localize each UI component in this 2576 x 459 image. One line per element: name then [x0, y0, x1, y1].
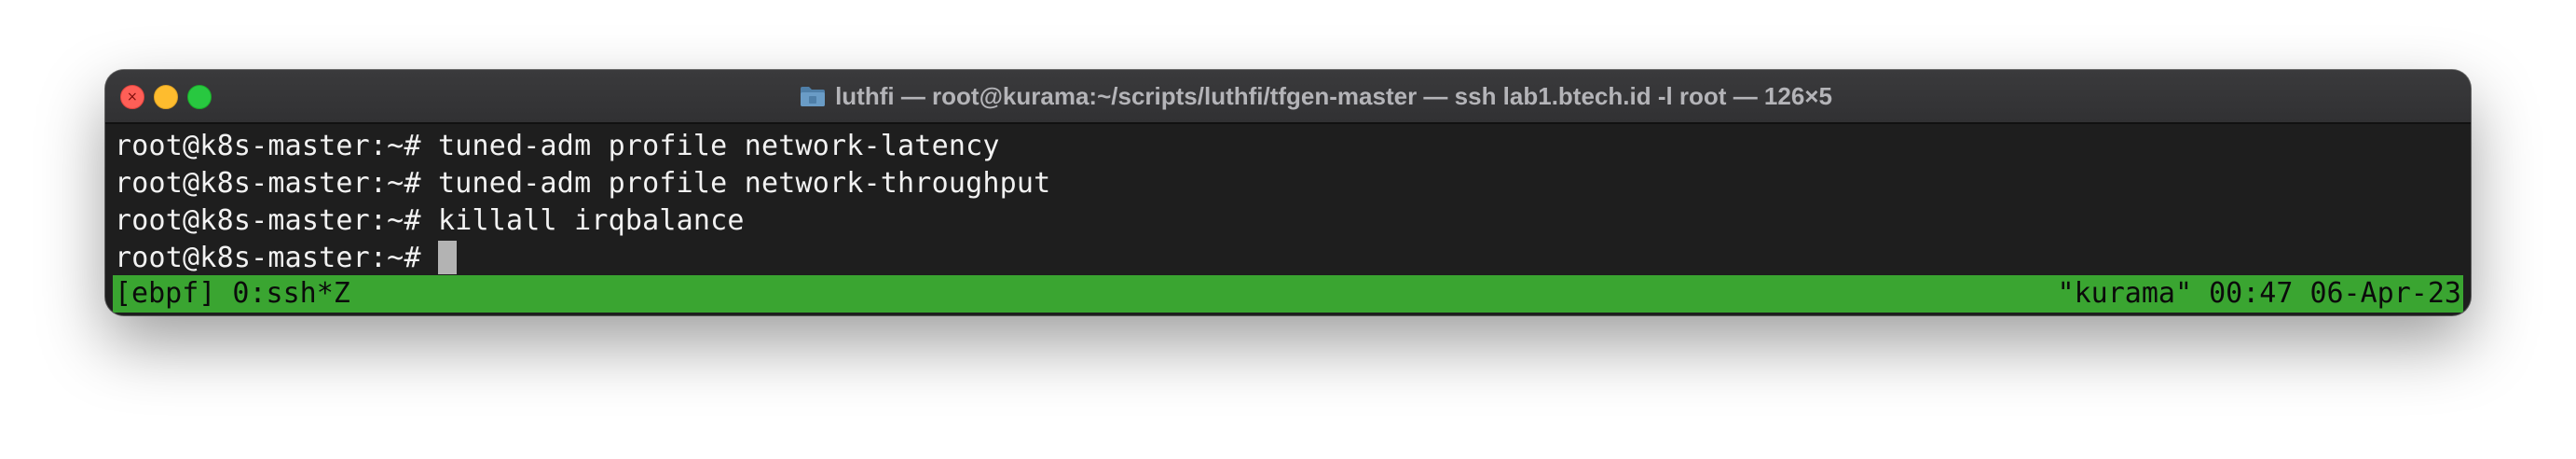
- command: killall irqbalance: [420, 204, 745, 237]
- window-title-wrap: luthfi — root@kurama:~/scripts/luthfi/tf…: [105, 70, 2471, 122]
- prompt: root@k8s-master:~#: [115, 204, 421, 237]
- terminal-line: root@k8s-master:~# killall irqbalance: [115, 202, 2471, 240]
- prompt: root@k8s-master:~#: [115, 167, 421, 200]
- title-bar[interactable]: × luthfi — root@kurama:~/scripts/luthfi/…: [105, 70, 2471, 124]
- text-cursor: [437, 241, 457, 274]
- window-title: luthfi — root@kurama:~/scripts/luthfi/tf…: [835, 81, 1832, 110]
- terminal-line: root@k8s-master:~# tuned-adm profile net…: [115, 165, 2471, 202]
- prompt: root@k8s-master:~#: [115, 130, 421, 162]
- command: tuned-adm profile network-latency: [420, 130, 1000, 162]
- terminal-line: root@k8s-master:~# tuned-adm profile net…: [115, 128, 2471, 165]
- folder-icon: [801, 87, 826, 106]
- terminal-window: × luthfi — root@kurama:~/scripts/luthfi/…: [105, 70, 2471, 315]
- tmux-session-window[interactable]: [ebpf] 0:ssh*Z: [115, 275, 350, 313]
- tmux-host-clock: "kurama" 00:47 06-Apr-23: [2057, 277, 2461, 310]
- prompt: root@k8s-master:~#: [115, 242, 421, 274]
- tmux-status-bar: [ebpf] 0:ssh*Z "kurama" 00:47 06-Apr-23: [113, 275, 2463, 313]
- terminal-output[interactable]: root@k8s-master:~# tuned-adm profile net…: [115, 128, 2471, 277]
- command: tuned-adm profile network-throughput: [420, 167, 1051, 200]
- terminal-line: root@k8s-master:~#: [115, 240, 2471, 277]
